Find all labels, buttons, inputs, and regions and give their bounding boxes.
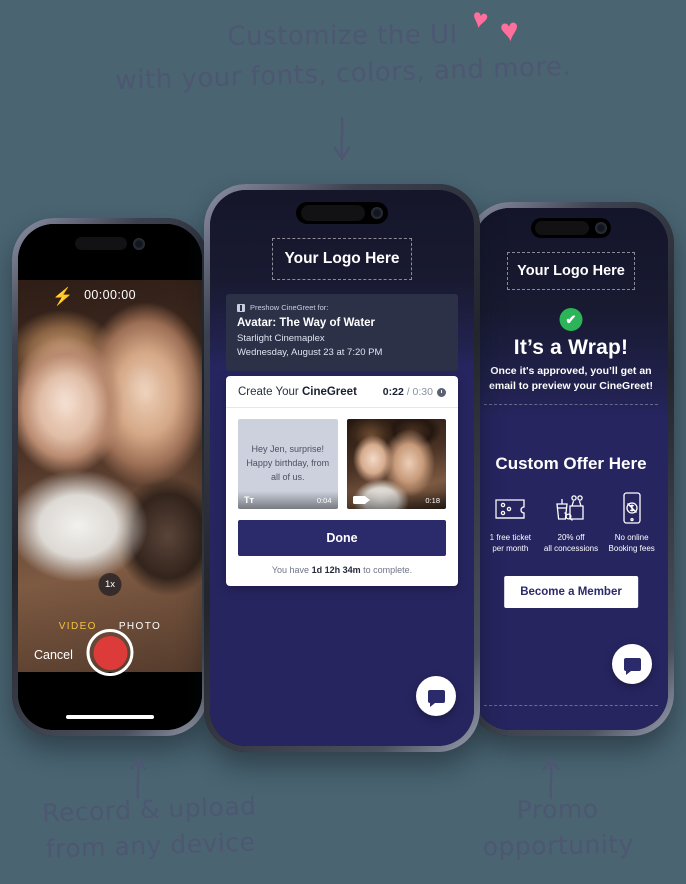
duration-readout: 0:22 / 0:30 (383, 386, 446, 398)
clip-text-message: Hey Jen, surprise! Happy birthday, from … (246, 444, 330, 482)
wrap-screen: Your Logo Here ✔ It’s a Wrap! Once it's … (474, 208, 668, 730)
perk-label-line2: all concessions (543, 544, 599, 554)
perk-item: 1 free ticket per month (480, 486, 541, 555)
heart-icon: ♥ (498, 11, 521, 49)
front-camera-icon (595, 222, 607, 234)
clip-duration: 0:18 (425, 495, 440, 505)
front-camera-icon (371, 207, 383, 219)
front-camera-icon (133, 237, 145, 250)
perk-item: No online Booking fees (601, 486, 662, 555)
video-camera-icon (352, 496, 370, 504)
chat-fab-button[interactable] (612, 644, 652, 684)
concessions-icon (541, 486, 602, 532)
card-title: Create Your CineGreet (238, 386, 357, 398)
perks-row: 1 free ticket per month 20% off all conc… (480, 486, 662, 555)
record-button-dot (93, 635, 127, 670)
logo-placeholder[interactable]: Your Logo Here (272, 238, 412, 280)
create-cinegreet-card: Create Your CineGreet 0:22 / 0:30 Hey Je… (226, 376, 458, 586)
deadline-text: You have 1d 12h 34m to complete. (226, 556, 458, 586)
arrow-down-icon (333, 116, 351, 161)
dynamic-island (531, 218, 611, 238)
movie-title: Avatar: The Way of Water (237, 317, 376, 329)
dynamic-island (71, 234, 149, 253)
wrap-screen-body: Your Logo Here ✔ It’s a Wrap! Once it's … (474, 208, 668, 730)
create-screen-body: Your Logo Here Preshow CineGreet for: Av… (210, 190, 474, 746)
preshow-eyebrow-row: Preshow CineGreet for: (237, 303, 447, 312)
perk-label: No online Booking fees (601, 532, 662, 555)
camera-viewfinder[interactable]: ⚡ 00:00:00 1x VIDEO PHOTO Cancel (18, 224, 202, 730)
perk-label: 1 free ticket per month (480, 532, 541, 555)
venue-name: Starlight Cinemaplex (237, 333, 325, 345)
camera-screen: ⚡ 00:00:00 1x VIDEO PHOTO Cancel (18, 224, 202, 730)
headline-annotation: Customize the UI with your fonts, colors… (0, 11, 686, 101)
clip-duration: 0:04 (316, 495, 332, 505)
chat-bubble-icon (623, 657, 641, 675)
perk-label-line2: per month (492, 544, 529, 554)
camera-phone: ⚡ 00:00:00 1x VIDEO PHOTO Cancel (12, 218, 208, 736)
perk-label-line1: 20% off (557, 533, 585, 542)
camera-bottom-letterbox (18, 672, 202, 730)
done-button[interactable]: Done (238, 520, 446, 556)
section-divider (484, 404, 658, 405)
mode-video[interactable]: VIDEO (59, 621, 97, 632)
clock-icon (437, 387, 446, 397)
showtime: Wednesday, August 23 at 7:20 PM (237, 347, 383, 359)
dynamic-island (296, 202, 388, 224)
create-screen: Your Logo Here Preshow CineGreet for: Av… (210, 190, 474, 746)
deadline-suffix: to complete. (360, 565, 413, 575)
recording-timer: 00:00:00 (84, 288, 136, 302)
caption-promo-opportunity: Promo opportunity (429, 790, 686, 867)
island-pill (535, 221, 589, 235)
deadline-value: 1d 12h 34m (311, 565, 361, 575)
record-button[interactable] (86, 629, 134, 676)
card-header: Create Your CineGreet 0:22 / 0:30 (226, 376, 458, 408)
home-indicator (66, 715, 154, 719)
perk-label-line1: No online (614, 533, 649, 542)
card-title-prefix: Create Your (238, 386, 302, 398)
chat-bubble-icon (427, 689, 445, 707)
logo-placeholder[interactable]: Your Logo Here (507, 252, 635, 290)
ticket-icon (480, 486, 541, 532)
perk-label-line1: 1 free ticket (489, 533, 532, 542)
island-pill (75, 237, 127, 250)
promo-composition: Customize the UI with your fonts, colors… (0, 0, 686, 884)
text-tool-icon: Tᴛ (244, 494, 254, 505)
perk-label-line2: Booking fees (608, 544, 655, 554)
island-pill (301, 205, 365, 221)
camera-preview-image (18, 276, 202, 676)
wrap-phone: Your Logo Here ✔ It’s a Wrap! Once it's … (468, 202, 674, 736)
caption-right-line-1: Promo (516, 794, 599, 825)
mode-photo[interactable]: PHOTO (119, 621, 161, 632)
clip-list: Hey Jen, surprise! Happy birthday, from … (226, 408, 458, 520)
zoom-level-button[interactable]: 1x (98, 573, 122, 596)
duration-elapsed: 0:22 (382, 386, 404, 398)
clip-meta-bar: Tᴛ 0:04 (238, 491, 338, 509)
caption-record-upload: Record & upload from any device (0, 787, 301, 870)
perk-item: 20% off all concessions (541, 486, 602, 555)
duration-limit: / 0:30 (403, 386, 433, 398)
done-button-wrap: Done (226, 520, 458, 556)
cancel-button[interactable]: Cancel (34, 648, 73, 662)
chat-fab-button[interactable] (416, 676, 456, 716)
ticket-icon (237, 303, 245, 312)
become-member-button[interactable]: Become a Member (504, 576, 638, 608)
clip-thumbnail-text[interactable]: Hey Jen, surprise! Happy birthday, from … (238, 419, 338, 509)
section-divider (484, 705, 658, 706)
preshow-info-card: Preshow CineGreet for: Avatar: The Way o… (226, 294, 458, 371)
card-title-brand: CineGreet (301, 386, 357, 398)
preshow-eyebrow: Preshow CineGreet for: (250, 303, 329, 312)
wrap-title: It’s a Wrap! (513, 336, 629, 359)
success-check-icon: ✔ (559, 308, 583, 331)
caption-right-line-2: opportunity (482, 829, 635, 862)
clip-meta-bar: 0:18 (346, 491, 446, 509)
create-phone: Your Logo Here Preshow CineGreet for: Av… (204, 184, 480, 752)
clip-thumbnail-video[interactable]: 0:18 (346, 419, 446, 509)
perk-label: 20% off all concessions (541, 532, 602, 555)
no-fees-phone-icon (601, 486, 662, 532)
deadline-prefix: You have (271, 565, 312, 575)
wrap-subtitle: Once it's approved, you’ll get an email … (489, 365, 653, 392)
offer-title: Custom Offer Here (495, 454, 647, 473)
duration-total: 0:22 / 0:30 (383, 386, 433, 398)
